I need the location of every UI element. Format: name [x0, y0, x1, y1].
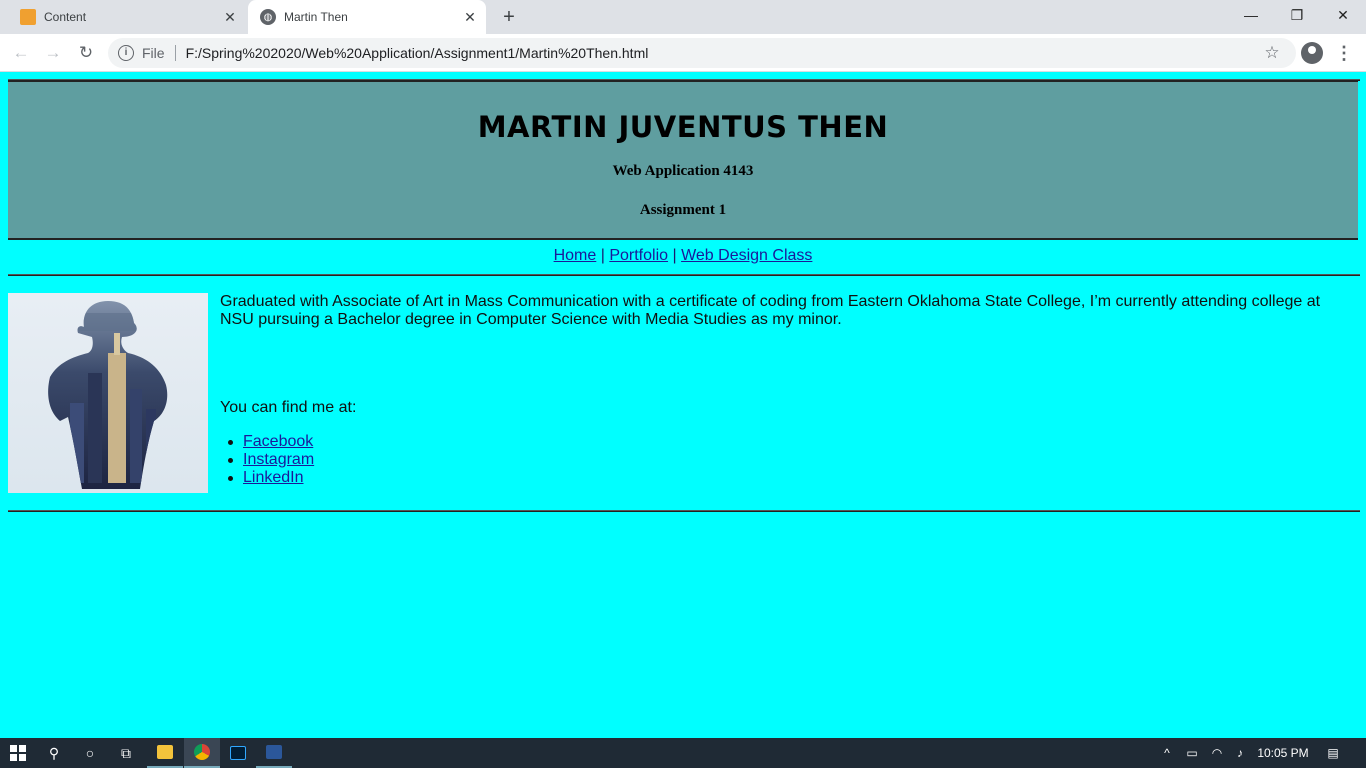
tab-label: Martin Then	[284, 10, 348, 24]
course-subtitle: Web Application 4143	[612, 163, 754, 179]
nav-link-home[interactable]: Home	[554, 247, 597, 264]
menu-dots-icon[interactable]: ⋮	[1334, 41, 1354, 65]
close-icon[interactable]: ✕	[222, 9, 238, 25]
link-linkedin[interactable]: LinkedIn	[243, 469, 304, 486]
forward-arrow-icon[interactable]: →	[41, 41, 65, 65]
address-bar[interactable]: i File F:/Spring%202020/Web%20Applicatio…	[108, 38, 1296, 68]
word-icon[interactable]	[256, 738, 292, 768]
battery-icon[interactable]: ▭	[1182, 738, 1202, 768]
divider	[8, 510, 1360, 512]
wifi-icon[interactable]: ◠	[1207, 738, 1227, 768]
nav-link-portfolio[interactable]: Portfolio	[609, 247, 668, 264]
profile-photo	[8, 293, 208, 493]
restore-icon[interactable]: ❐	[1274, 0, 1320, 30]
link-facebook[interactable]: Facebook	[243, 433, 313, 450]
tab-martin-then[interactable]: ◍ Martin Then ✕	[248, 0, 486, 34]
file-explorer-icon[interactable]	[147, 738, 183, 768]
tab-label: Content	[44, 10, 87, 24]
social-links-list: Facebook Instagram LinkedIn	[227, 433, 314, 487]
bio-paragraph: Graduated with Associate of Art in Mass …	[220, 293, 1321, 328]
window-close-icon[interactable]: ✕	[1320, 0, 1366, 30]
task-view-icon[interactable]: ⧉	[108, 738, 144, 768]
browser-toolbar: ← → ↻ i File F:/Spring%202020/Web%20Appl…	[0, 34, 1366, 72]
taskbar: ⚲ ○ ⧉ ^ ▭ ◠ ♪ 10:05 PM ▤	[0, 738, 1366, 768]
search-icon[interactable]: ⚲	[36, 738, 72, 768]
bookmark-star-icon[interactable]: ☆	[1260, 43, 1284, 63]
chevron-up-icon[interactable]: ^	[1158, 738, 1176, 768]
reload-icon[interactable]: ↻	[74, 41, 98, 65]
divider	[174, 45, 176, 61]
nav-link-web-design-class[interactable]: Web Design Class	[681, 247, 812, 264]
back-arrow-icon[interactable]: ←	[9, 41, 33, 65]
windows-logo-icon	[10, 745, 26, 761]
photoshop-icon[interactable]	[220, 738, 256, 768]
chrome-icon[interactable]	[184, 738, 220, 768]
minimize-icon[interactable]: —	[1228, 0, 1274, 30]
start-button[interactable]	[0, 738, 36, 768]
url-text[interactable]: F:/Spring%202020/Web%20Application/Assig…	[186, 45, 1260, 61]
list-item: LinkedIn	[227, 469, 314, 487]
globe-icon: ◍	[260, 9, 276, 25]
list-item: Instagram	[227, 451, 314, 469]
page-header: MARTIN JUVENTUS THEN Web Application 414…	[8, 80, 1358, 240]
volume-icon[interactable]: ♪	[1230, 738, 1250, 768]
edit-icon	[20, 9, 36, 25]
info-icon[interactable]: i	[118, 45, 134, 61]
taskbar-clock[interactable]: 10:05 PM	[1255, 738, 1311, 768]
nav-separator: |	[668, 247, 682, 264]
cortana-icon[interactable]: ○	[72, 738, 108, 768]
browser-tabbar: Content ✕ ◍ Martin Then ✕ + — ❐ ✕	[0, 0, 1366, 34]
find-me-label: You can find me at:	[220, 399, 357, 416]
link-instagram[interactable]: Instagram	[243, 451, 314, 468]
close-icon[interactable]: ✕	[462, 9, 478, 25]
web-page: MARTIN JUVENTUS THEN Web Application 414…	[0, 72, 1366, 738]
nav-separator: |	[596, 247, 610, 264]
new-tab-icon[interactable]: +	[498, 6, 520, 28]
assignment-subtitle: Assignment 1	[639, 202, 727, 218]
page-title: MARTIN JUVENTUS THEN	[477, 110, 889, 144]
notifications-icon[interactable]: ▤	[1322, 738, 1344, 768]
site-nav: Home | Portfolio | Web Design Class	[8, 247, 1358, 265]
scheme-label: File	[142, 45, 165, 61]
divider	[8, 274, 1360, 276]
tab-content[interactable]: Content ✕	[8, 0, 246, 34]
list-item: Facebook	[227, 433, 314, 451]
profile-avatar-icon[interactable]	[1301, 42, 1323, 64]
